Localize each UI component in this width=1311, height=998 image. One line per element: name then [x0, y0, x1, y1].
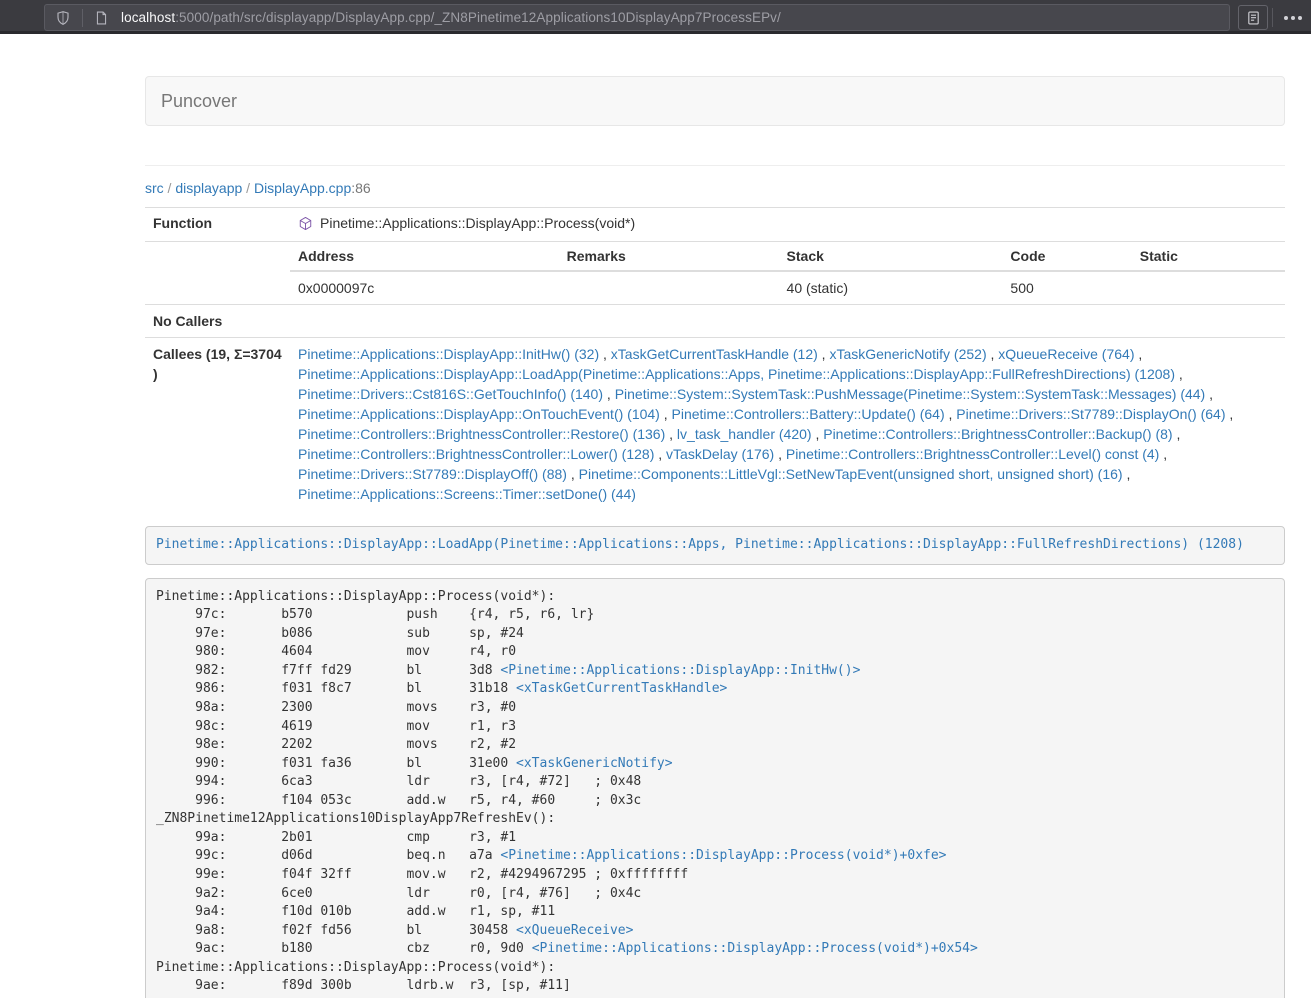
divider	[145, 165, 1285, 166]
callee-link[interactable]: Pinetime::Components::LittleVgl::SetNewT…	[579, 466, 1123, 482]
function-label: Function	[145, 208, 290, 242]
callee-link[interactable]: lv_task_handler (420)	[677, 426, 812, 442]
navbar: Puncover	[145, 76, 1285, 126]
details-row: Address Remarks Stack Code Static 0x0000…	[145, 242, 1285, 305]
brand-link[interactable]: Puncover	[161, 91, 237, 112]
url-path: :5000/path/src/displayapp/DisplayApp.cpp…	[175, 10, 781, 25]
callee-separator: ,	[1205, 386, 1213, 402]
callees-row: Callees (19, Σ=3704 ) Pinetime::Applicat…	[145, 338, 1285, 511]
reader-mode-icon[interactable]	[1238, 5, 1268, 30]
function-name-cell: Pinetime::Applications::DisplayApp::Proc…	[290, 208, 1285, 242]
function-row: Function Pinetime::Applications::Display…	[145, 208, 1285, 242]
callee-link[interactable]: Pinetime::Drivers::St7789::DisplayOff() …	[298, 466, 567, 482]
symbol-cube-icon	[298, 216, 313, 236]
callee-separator: ,	[665, 426, 677, 442]
callee-link[interactable]: Pinetime::Applications::DisplayApp::Load…	[298, 366, 1175, 382]
callees-label: Callees (19, Σ=3704 )	[145, 338, 290, 511]
breadcrumb-link-0[interactable]: src	[145, 180, 164, 196]
callee-separator: ,	[818, 346, 830, 362]
url-bar-divider	[82, 9, 83, 27]
callee-separator: ,	[660, 406, 672, 422]
disassembly-symbol-link[interactable]: <xQueueReceive>	[516, 923, 633, 938]
details-header-row: Address Remarks Stack Code Static	[290, 242, 1285, 271]
callee-link[interactable]: xTaskGetCurrentTaskHandle (12)	[611, 346, 818, 362]
breadcrumb: src / displayapp / DisplayApp.cpp:86	[145, 178, 1285, 198]
disassembly-symbol-link[interactable]: <xTaskGenericNotify>	[516, 756, 673, 771]
page-icon[interactable]	[94, 10, 109, 26]
callee-link[interactable]: vTaskDelay (176)	[666, 446, 774, 462]
column-code: Code	[1002, 242, 1131, 271]
callee-link[interactable]: Pinetime::Applications::Screens::Timer::…	[298, 486, 636, 502]
column-stack: Stack	[779, 242, 1003, 271]
callee-link[interactable]: Pinetime::Controllers::BrightnessControl…	[298, 426, 665, 442]
callee-separator: ,	[812, 426, 824, 442]
breadcrumb-separator: /	[164, 180, 176, 196]
function-table: Function Pinetime::Applications::Display…	[145, 207, 1285, 510]
no-callers-cell	[290, 305, 1285, 338]
details-label-empty	[145, 242, 290, 305]
static-value	[1132, 271, 1285, 304]
callee-separator: ,	[654, 446, 666, 462]
callee-link[interactable]: Pinetime::Controllers::BrightnessControl…	[298, 446, 654, 462]
code-value: 500	[1002, 271, 1131, 304]
callee-link[interactable]: Pinetime::Controllers::Battery::Update()…	[672, 406, 945, 422]
callee-link[interactable]: Pinetime::Controllers::BrightnessControl…	[823, 426, 1172, 442]
callee-separator: ,	[1159, 446, 1167, 462]
column-static: Static	[1132, 242, 1285, 271]
url-bar[interactable]: localhost:5000/path/src/displayapp/Displ…	[44, 4, 1230, 31]
callee-separator: ,	[1123, 466, 1131, 482]
no-callers-label: No Callers	[145, 305, 290, 338]
no-callers-row: No Callers	[145, 305, 1285, 338]
breadcrumb-link-1[interactable]: displayapp	[175, 180, 242, 196]
column-address: Address	[290, 242, 559, 271]
disassembly-symbol-link[interactable]: <Pinetime::Applications::DisplayApp::Pro…	[532, 941, 978, 956]
function-name: Pinetime::Applications::DisplayApp::Proc…	[320, 215, 635, 231]
callee-link[interactable]: Pinetime::System::SystemTask::PushMessag…	[615, 386, 1206, 402]
callee-separator: ,	[774, 446, 786, 462]
callee-link[interactable]: Pinetime::Applications::DisplayApp::OnTo…	[298, 406, 660, 422]
callee-separator: ,	[945, 406, 957, 422]
breadcrumb-link-2[interactable]: DisplayApp.cpp	[254, 180, 351, 196]
callee-link[interactable]: Pinetime::Applications::DisplayApp::Init…	[298, 346, 599, 362]
url-text: localhost:5000/path/src/displayapp/Displ…	[121, 10, 781, 25]
overflow-menu-icon[interactable]	[1279, 5, 1307, 30]
breadcrumb-line-number: :86	[351, 180, 370, 196]
highlighted-symbol-link[interactable]: Pinetime::Applications::DisplayApp::Load…	[156, 537, 1244, 552]
disassembly-symbol-link[interactable]: <xTaskGetCurrentTaskHandle>	[516, 681, 727, 696]
highlighted-symbol-box: Pinetime::Applications::DisplayApp::Load…	[145, 526, 1285, 565]
callee-separator: ,	[1226, 406, 1234, 422]
callee-link[interactable]: Pinetime::Drivers::St7789::DisplayOn() (…	[956, 406, 1225, 422]
callee-separator: ,	[567, 466, 579, 482]
details-value-row: 0x0000097c 40 (static) 500	[290, 271, 1285, 304]
page-container: Puncover src / displayapp / DisplayApp.c…	[145, 76, 1285, 998]
callee-separator: ,	[987, 346, 999, 362]
callee-link[interactable]: Pinetime::Controllers::BrightnessControl…	[786, 446, 1159, 462]
callee-link[interactable]: xQueueReceive (764)	[998, 346, 1134, 362]
callee-separator: ,	[1175, 366, 1183, 382]
toolbar-divider	[1272, 8, 1273, 27]
url-host: localhost	[121, 10, 175, 25]
shield-icon[interactable]	[55, 10, 71, 26]
disassembly-code: Pinetime::Applications::DisplayApp::Proc…	[145, 578, 1285, 998]
callee-separator: ,	[599, 346, 611, 362]
callees-list: Pinetime::Applications::DisplayApp::Init…	[290, 338, 1285, 511]
callee-separator: ,	[1173, 426, 1181, 442]
disassembly-symbol-link[interactable]: <Pinetime::Applications::DisplayApp::Pro…	[500, 848, 946, 863]
details-table: Address Remarks Stack Code Static 0x0000…	[290, 242, 1285, 304]
disassembly-symbol-link[interactable]: <Pinetime::Applications::DisplayApp::Ini…	[500, 663, 860, 678]
details-cell: Address Remarks Stack Code Static 0x0000…	[290, 242, 1285, 305]
column-remarks: Remarks	[559, 242, 779, 271]
stack-value: 40 (static)	[779, 271, 1003, 304]
callee-separator: ,	[1134, 346, 1142, 362]
remarks-value	[559, 271, 779, 304]
address-value: 0x0000097c	[290, 271, 559, 304]
callee-separator: ,	[603, 386, 615, 402]
callee-link[interactable]: Pinetime::Drivers::Cst816S::GetTouchInfo…	[298, 386, 603, 402]
browser-toolbar: localhost:5000/path/src/displayapp/Displ…	[0, 0, 1311, 34]
breadcrumb-separator: /	[242, 180, 254, 196]
callee-link[interactable]: xTaskGenericNotify (252)	[829, 346, 986, 362]
